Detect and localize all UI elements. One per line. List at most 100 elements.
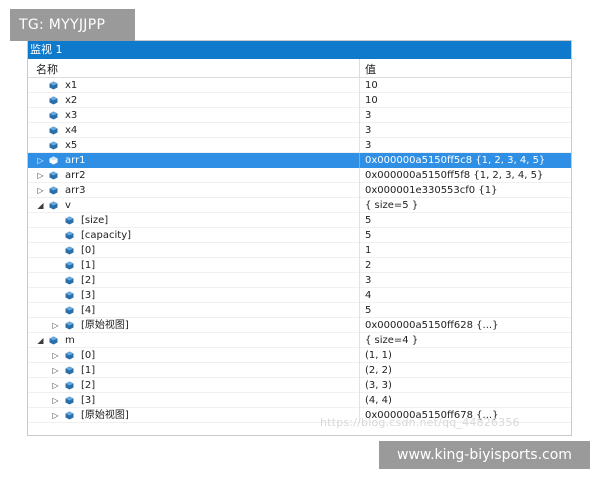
watch-row-value: 4 — [365, 290, 372, 301]
watch-row[interactable]: x2 10 — [28, 93, 571, 108]
variable-object-icon — [65, 366, 74, 375]
watch-row-value: 3 — [365, 275, 372, 286]
watch-row[interactable]: ▷ [3] (4, 4) — [28, 393, 571, 408]
watermark-middle: https://blog.csdn.net/qq_44826356 — [320, 416, 520, 429]
variable-object-icon — [65, 306, 74, 315]
row-column-divider — [359, 93, 360, 108]
row-column-divider — [359, 243, 360, 258]
expand-arrow-icon[interactable]: ▷ — [36, 183, 45, 198]
row-column-divider — [359, 123, 360, 138]
expand-arrow-icon[interactable]: ▷ — [51, 318, 60, 333]
watch-row-name: x2 — [65, 95, 78, 106]
watch-row-value: (2, 2) — [365, 365, 392, 376]
watch-row[interactable]: [capacity] 5 — [28, 228, 571, 243]
variable-object-icon — [65, 246, 74, 255]
watch-row-value: 2 — [365, 260, 372, 271]
watch-row-name: [3] — [81, 290, 96, 301]
watch-row[interactable]: ▷ arr2 0x000000a5150ff5f8 {1, 2, 3, 4, 5} — [28, 168, 571, 183]
watch-rows: x1 10 x2 10 x3 3 x4 3 x5 3 ▷ arr1 0x000000a5150ff5c8… — [28, 78, 571, 423]
watch-row-value: 10 — [365, 95, 378, 106]
watch-row-name: x5 — [65, 140, 78, 151]
watch-row[interactable]: [2] 3 — [28, 273, 571, 288]
watch-row[interactable]: x3 3 — [28, 108, 571, 123]
row-column-divider — [359, 108, 360, 123]
variable-object-icon — [65, 291, 74, 300]
row-column-divider — [359, 78, 360, 93]
variable-object-icon — [65, 216, 74, 225]
watch-row-value: { size=5 } — [365, 200, 419, 211]
variable-object-icon — [49, 126, 58, 135]
expand-arrow-icon[interactable]: ▷ — [51, 378, 60, 393]
watch-row-value: 5 — [365, 215, 372, 226]
variable-object-icon — [65, 261, 74, 270]
watch-row[interactable]: x5 3 — [28, 138, 571, 153]
watch-row-value: 0x000000a5150ff628 {...} — [365, 320, 499, 331]
row-column-divider — [359, 348, 360, 363]
watch-row-name: [原始视图] — [81, 320, 129, 331]
watermark-bottom: www.king-biyisports.com — [379, 441, 590, 469]
row-column-divider — [359, 183, 360, 198]
watch-row-value: 1 — [365, 245, 372, 256]
variable-object-icon — [65, 231, 74, 240]
variable-object-icon — [49, 171, 58, 180]
column-header-value[interactable]: 值 — [365, 61, 376, 77]
watch-row-value: 10 — [365, 80, 378, 91]
watermark-top: TG: MYYJJPP — [10, 9, 135, 41]
watch-row[interactable]: ▷ arr3 0x000001e330553cf0 {1} — [28, 183, 571, 198]
watch-row[interactable]: ◢ v { size=5 } — [28, 198, 571, 213]
column-divider[interactable] — [359, 59, 360, 77]
watch-row-name: [size] — [81, 215, 109, 226]
expand-arrow-icon[interactable]: ▷ — [51, 393, 60, 408]
expand-arrow-icon[interactable]: ▷ — [36, 168, 45, 183]
expand-arrow-icon[interactable]: ▷ — [51, 363, 60, 378]
expand-arrow-icon[interactable]: ▷ — [36, 153, 45, 168]
watch-row-name: x3 — [65, 110, 78, 121]
watch-row-value: 3 — [365, 125, 372, 136]
watch-row-name: [0] — [81, 350, 96, 361]
watch-row-name: [1] — [81, 365, 96, 376]
watch-row-name: arr3 — [65, 185, 86, 196]
variable-object-icon — [65, 321, 74, 330]
watch-row[interactable]: x4 3 — [28, 123, 571, 138]
watch-row-value: (1, 1) — [365, 350, 392, 361]
watch-row-name: [capacity] — [81, 230, 132, 241]
variable-object-icon — [49, 156, 58, 165]
watch-row[interactable]: [1] 2 — [28, 258, 571, 273]
column-header-name[interactable]: 名称 — [36, 61, 58, 77]
watch-row[interactable]: ◢ m { size=4 } — [28, 333, 571, 348]
watch-row-value: { size=4 } — [365, 335, 419, 346]
watch-row-value: 3 — [365, 110, 372, 121]
expand-arrow-icon[interactable]: ▷ — [51, 348, 60, 363]
column-header: 名称 值 — [28, 59, 571, 78]
collapse-arrow-icon[interactable]: ◢ — [36, 198, 45, 213]
watch-row[interactable]: ▷ [2] (3, 3) — [28, 378, 571, 393]
row-column-divider — [359, 153, 360, 168]
watch-row[interactable]: ▷ [1] (2, 2) — [28, 363, 571, 378]
watch-row-name: [2] — [81, 275, 96, 286]
watch-row-name: [1] — [81, 260, 96, 271]
watch-row-name: [3] — [81, 395, 96, 406]
row-column-divider — [359, 363, 360, 378]
watch-row[interactable]: ▷ [原始视图] 0x000000a5150ff628 {...} — [28, 318, 571, 333]
variable-object-icon — [49, 336, 58, 345]
watch-row[interactable]: [3] 4 — [28, 288, 571, 303]
watch-row[interactable]: ▷ arr1 0x000000a5150ff5c8 {1, 2, 3, 4, 5} — [28, 153, 571, 168]
watch-row[interactable]: x1 10 — [28, 78, 571, 93]
watch-row[interactable]: [4] 5 — [28, 303, 571, 318]
row-column-divider — [359, 378, 360, 393]
watch-row[interactable]: ▷ [0] (1, 1) — [28, 348, 571, 363]
watch-window: 监视 1 名称 值 x1 10 x2 10 x3 3 x4 3 x5 3 ▷ arr1 0x000000… — [27, 40, 572, 436]
watch-row-name: x4 — [65, 125, 78, 136]
watch-row-name: [原始视图] — [81, 410, 129, 421]
watch-row-value: 3 — [365, 140, 372, 151]
expand-arrow-icon[interactable]: ▷ — [51, 408, 60, 423]
watch-row[interactable]: [size] 5 — [28, 213, 571, 228]
row-column-divider — [359, 303, 360, 318]
variable-object-icon — [49, 111, 58, 120]
watch-row-name: [4] — [81, 305, 96, 316]
collapse-arrow-icon[interactable]: ◢ — [36, 333, 45, 348]
watch-window-title[interactable]: 监视 1 — [28, 41, 571, 59]
row-column-divider — [359, 273, 360, 288]
watch-row[interactable]: [0] 1 — [28, 243, 571, 258]
watch-row-value: (4, 4) — [365, 395, 392, 406]
